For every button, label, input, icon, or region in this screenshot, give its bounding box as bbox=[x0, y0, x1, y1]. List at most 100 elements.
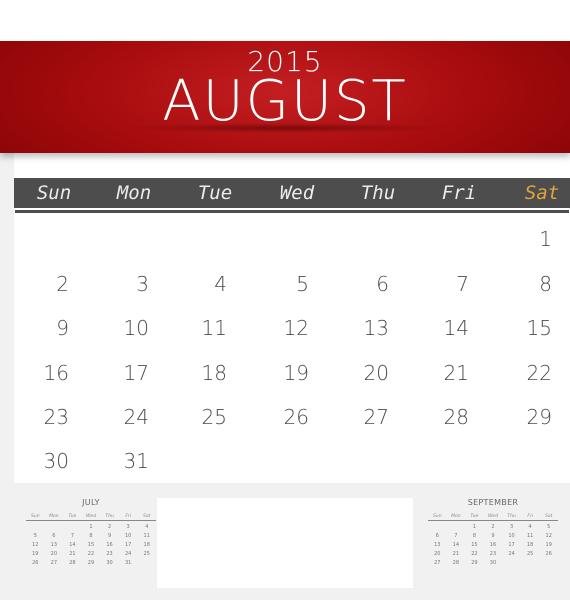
day-cell[interactable]: 24 bbox=[109, 405, 149, 429]
day-cell[interactable]: 8 bbox=[512, 272, 552, 296]
day-cell[interactable]: 2 bbox=[29, 272, 69, 296]
day-cell[interactable]: 16 bbox=[29, 361, 69, 385]
mini-day: 26 bbox=[32, 560, 39, 566]
day-cell[interactable]: 30 bbox=[29, 449, 69, 473]
mini-weekday: Sun bbox=[433, 514, 442, 519]
mini-day: 31 bbox=[124, 560, 132, 566]
month-grid-panel: Sun Mon Tue Wed Thu Fri Sat 1 2 3 4 5 6 7 8 9 10 1… bbox=[14, 153, 570, 483]
day-cell[interactable]: 4 bbox=[187, 272, 227, 296]
mini-day: 21 bbox=[69, 551, 76, 557]
mini-day: 12 bbox=[545, 533, 552, 539]
day-cell[interactable]: 5 bbox=[269, 272, 309, 296]
day-cell[interactable]: 9 bbox=[29, 316, 69, 340]
mini-day: 25 bbox=[143, 551, 150, 557]
day-cell[interactable]: 12 bbox=[269, 316, 309, 340]
mini-day: 14 bbox=[452, 542, 460, 548]
mini-prev-title: JULY bbox=[82, 498, 100, 507]
day-cell[interactable]: 11 bbox=[187, 316, 227, 340]
mini-calendar-prev: JULY Sun Mon Tue Wed Thu Fri Sat 1 2 3 4 5 6 7 8 9 10 11… bbox=[26, 498, 156, 567]
day-cell[interactable]: 14 bbox=[429, 316, 469, 340]
mini-day: 18 bbox=[143, 542, 150, 548]
mini-day: 9 bbox=[491, 533, 495, 539]
day-cell[interactable]: 15 bbox=[512, 316, 552, 340]
day-cell[interactable]: 25 bbox=[187, 405, 227, 429]
mini-day: 16 bbox=[489, 542, 497, 548]
weekday-mon: Mon bbox=[116, 182, 152, 204]
day-cell[interactable]: 18 bbox=[187, 361, 227, 385]
mini-day: 30 bbox=[489, 560, 497, 566]
mini-weekday: Fri bbox=[125, 514, 132, 519]
mini-day bbox=[428, 524, 447, 531]
mini-day: 5 bbox=[33, 533, 37, 539]
mini-day: 17 bbox=[124, 542, 132, 548]
day-cell[interactable]: 7 bbox=[429, 272, 469, 296]
mini-day: 11 bbox=[143, 533, 150, 539]
weekday-sat: Sat bbox=[524, 182, 560, 204]
mini-weekday: Tue bbox=[68, 514, 77, 519]
day-cell[interactable]: 13 bbox=[349, 316, 389, 340]
mini-day: 12 bbox=[32, 542, 39, 548]
mini-day: 24 bbox=[508, 551, 515, 557]
mini-day: 1 bbox=[89, 524, 93, 530]
mini-day: 21 bbox=[452, 551, 460, 557]
mini-calendar-next: SEPTEMBER Sun Mon Tue Wed Thu Fri Sat 12345678… bbox=[428, 498, 558, 567]
mini-day bbox=[502, 560, 521, 567]
month-banner: 2015 AUGUST bbox=[0, 41, 570, 153]
day-cell[interactable]: 29 bbox=[512, 405, 552, 429]
day-cell[interactable]: 17 bbox=[109, 361, 149, 385]
mini-day: 14 bbox=[69, 542, 76, 548]
mini-prev-days: 1 2 3 4 5 6 7 8 9 10 11 12 13 14 15 16 17 18 19 20 21 22 23 24 2… bbox=[26, 524, 156, 567]
day-cell[interactable]: 22 bbox=[512, 361, 552, 385]
mini-day: 2 bbox=[491, 524, 495, 530]
day-cell[interactable]: 19 bbox=[269, 361, 309, 385]
day-cell[interactable]: 6 bbox=[349, 272, 389, 296]
mini-day: 20 bbox=[434, 551, 441, 557]
mini-weekday: Tue bbox=[470, 514, 479, 519]
day-cell[interactable]: 26 bbox=[269, 405, 309, 429]
mini-day: 28 bbox=[69, 560, 76, 566]
mini-day: 30 bbox=[106, 560, 113, 566]
mini-day: 23 bbox=[106, 551, 113, 557]
weekday-tue: Tue bbox=[197, 182, 233, 204]
day-cell[interactable]: 21 bbox=[429, 361, 469, 385]
mini-day: 15 bbox=[471, 542, 478, 548]
day-cell[interactable]: 23 bbox=[29, 405, 69, 429]
mini-day: 22 bbox=[87, 551, 95, 557]
weekday-fri: Fri bbox=[441, 182, 477, 204]
mini-day: 27 bbox=[434, 560, 441, 566]
mini-day: 19 bbox=[545, 542, 552, 548]
mini-weekday: Sat bbox=[545, 514, 553, 519]
weekday-sun: Sun bbox=[36, 182, 72, 204]
mini-weekday: Mon bbox=[49, 514, 59, 519]
day-cell[interactable]: 20 bbox=[349, 361, 389, 385]
notes-box bbox=[157, 498, 413, 588]
mini-day: 13 bbox=[50, 542, 58, 548]
mini-day: 4 bbox=[528, 524, 532, 530]
mini-day bbox=[26, 524, 45, 531]
mini-weekday: Fri bbox=[527, 514, 534, 519]
mini-next-weekdays: Sun Mon Tue Wed Thu Fri Sat bbox=[428, 514, 558, 521]
weekday-wed: Wed bbox=[279, 182, 315, 204]
mini-day: 8 bbox=[89, 533, 93, 539]
mini-day: 6 bbox=[52, 533, 56, 539]
day-cell[interactable]: 27 bbox=[349, 405, 389, 429]
mini-day: 3 bbox=[126, 524, 130, 530]
mini-day: 10 bbox=[124, 533, 132, 539]
mini-day: 6 bbox=[435, 533, 439, 539]
mini-day: 3 bbox=[509, 524, 514, 530]
mini-day bbox=[45, 524, 64, 531]
mini-day bbox=[447, 524, 466, 531]
mini-day: 17 bbox=[508, 542, 515, 548]
mini-day: 15 bbox=[87, 542, 95, 548]
mini-next-title: SEPTEMBER bbox=[467, 498, 519, 507]
day-cell[interactable]: 31 bbox=[109, 449, 149, 473]
mini-weekday: Sun bbox=[31, 514, 40, 519]
mini-day bbox=[63, 524, 82, 531]
day-cell[interactable]: 1 bbox=[512, 227, 552, 251]
day-cell[interactable]: 10 bbox=[109, 316, 149, 340]
mini-day: 18 bbox=[526, 542, 534, 548]
day-cell[interactable]: 3 bbox=[109, 272, 149, 296]
mini-day: 25 bbox=[526, 551, 534, 557]
mini-day bbox=[137, 560, 156, 567]
day-cell[interactable]: 28 bbox=[429, 405, 469, 429]
